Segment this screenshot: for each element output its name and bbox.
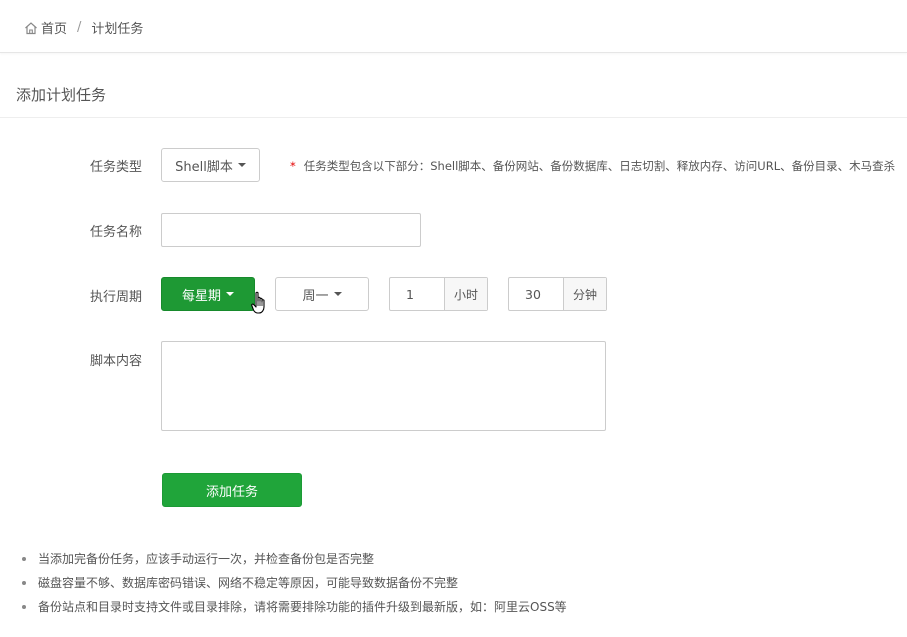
notes-list: 当添加完备份任务，应该手动运行一次，并检查备份包是否完整 磁盘容量不够、数据库密… [22, 551, 567, 623]
task-name-label: 任务名称 [89, 225, 142, 240]
chevron-down-icon [226, 292, 234, 296]
task-type-value: Shell脚本 [175, 159, 233, 175]
weekday-select[interactable]: 周一 [275, 277, 369, 311]
breadcrumb-separator: / [77, 20, 82, 35]
chevron-down-icon [333, 292, 342, 296]
home-icon[interactable] [24, 21, 38, 35]
period-label: 执行周期 [89, 290, 142, 305]
weekday-value: 周一 [302, 288, 329, 304]
task-type-hint: * 任务类型包含以下部分：Shell脚本、备份网站、备份数据库、日志切割、释放内存… [290, 158, 895, 174]
breadcrumb-home[interactable]: 首页 [41, 18, 67, 37]
hand-pointer-icon [251, 291, 265, 314]
hour-input[interactable]: 1 [390, 278, 445, 310]
chevron-down-icon [237, 163, 246, 167]
task-type-label: 任务类型 [89, 160, 142, 175]
period-cycle-select[interactable]: 每星期 [161, 277, 255, 311]
section-title: 添加计划任务 [16, 86, 107, 104]
list-item: 当添加完备份任务，应该手动运行一次，并检查备份包是否完整 [22, 551, 567, 575]
script-label: 脚本内容 [89, 354, 142, 369]
task-type-select[interactable]: Shell脚本 [161, 148, 260, 182]
top-bar: 首页 / 计划任务 [0, 0, 907, 53]
hour-unit: 小时 [445, 278, 487, 310]
period-cycle-value: 每星期 [181, 288, 221, 304]
minute-input[interactable]: 30 [509, 278, 564, 310]
list-item: 备份站点和目录时支持文件或目录排除，请将需要排除功能的插件升级到最新版，如：阿里… [22, 599, 567, 623]
breadcrumb: 首页 / 计划任务 [24, 18, 143, 37]
breadcrumb-current: 计划任务 [91, 22, 144, 37]
section-divider [0, 117, 907, 118]
minute-unit: 分钟 [564, 278, 606, 310]
task-name-input[interactable] [161, 213, 421, 247]
hint-text: 任务类型包含以下部分：Shell脚本、备份网站、备份数据库、日志切割、释放内存、… [303, 159, 896, 173]
add-task-button[interactable]: 添加任务 [162, 473, 302, 507]
list-item: 磁盘容量不够、数据库密码错误、网络不稳定等原因，可能导致数据备份不完整 [22, 575, 567, 599]
script-textarea[interactable] [161, 341, 606, 431]
hour-input-group: 1 小时 [389, 277, 488, 311]
minute-input-group: 30 分钟 [508, 277, 607, 311]
required-star: * [290, 159, 296, 173]
